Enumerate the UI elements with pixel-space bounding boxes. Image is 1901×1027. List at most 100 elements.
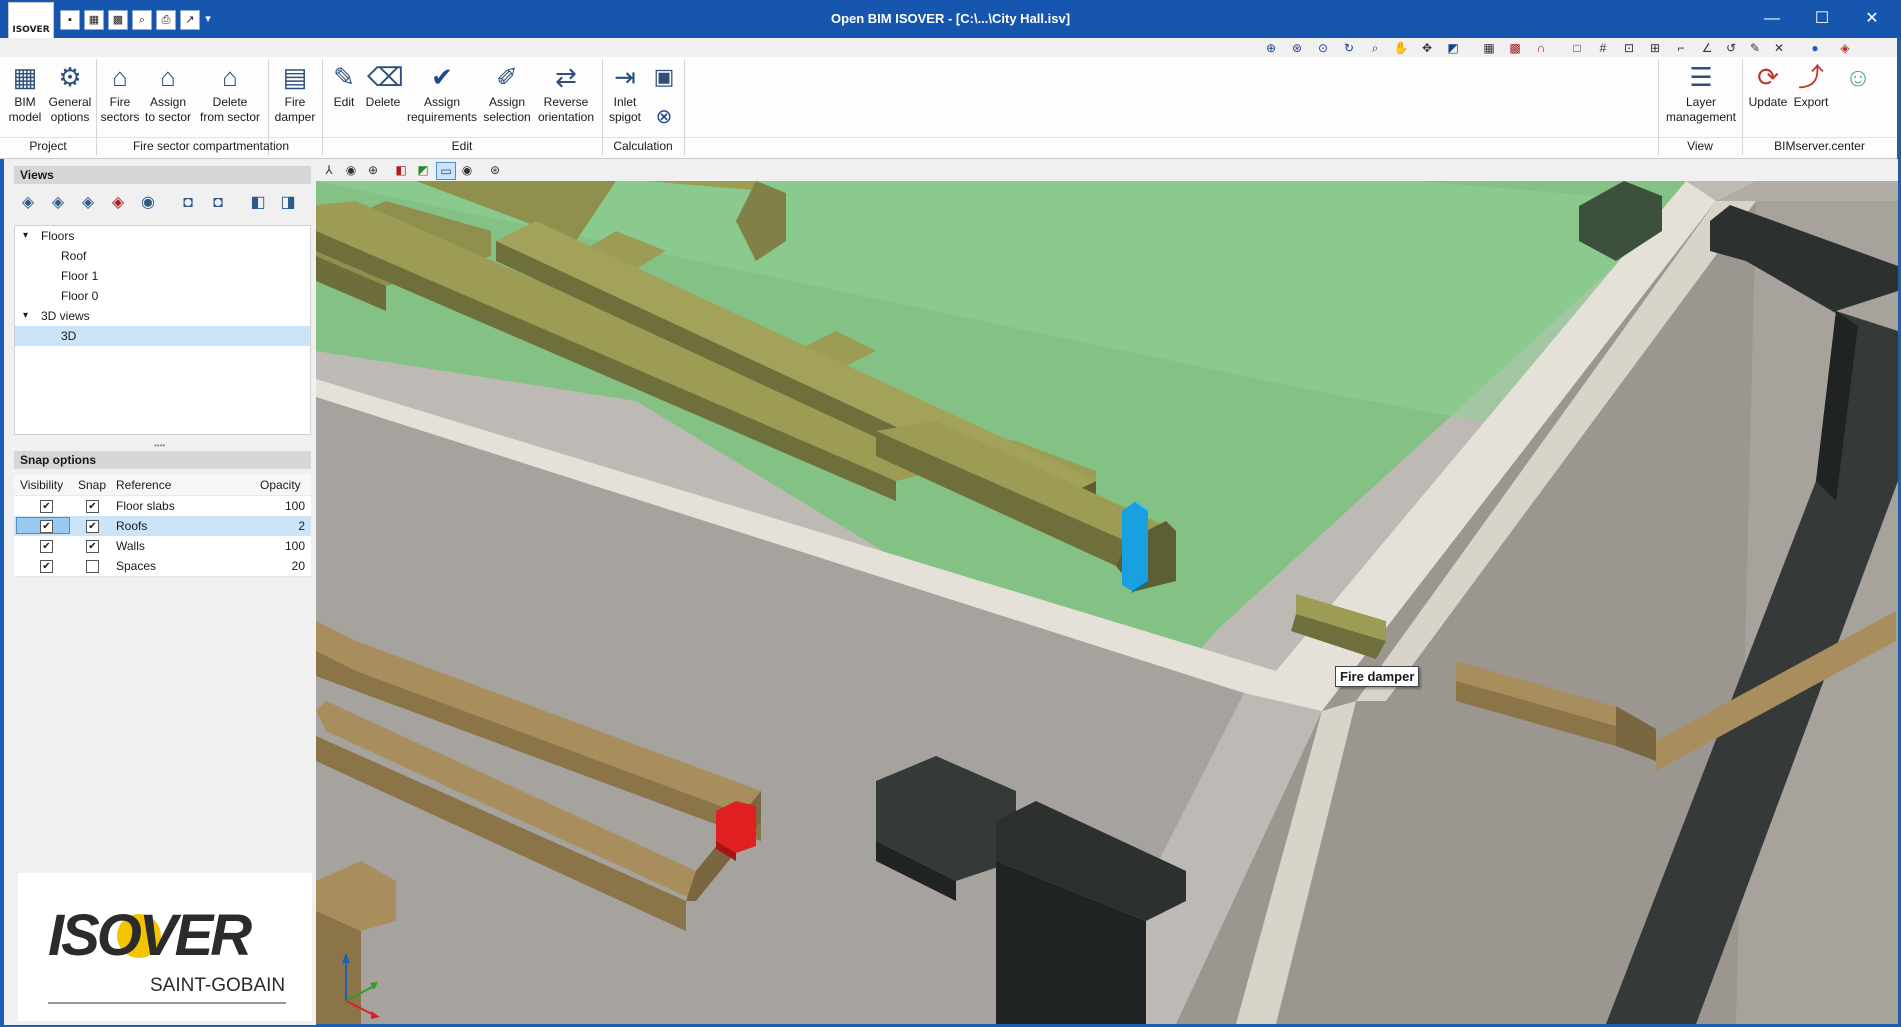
copy-view-icon[interactable]: ◈: [76, 191, 100, 215]
bim-model-button[interactable]: ▦ BIM model: [4, 61, 46, 125]
visibility-checkbox[interactable]: ✔: [40, 520, 53, 533]
user-account-button[interactable]: ☺: [1838, 61, 1878, 93]
section-icon[interactable]: ◧: [392, 162, 410, 178]
camera-edit-icon[interactable]: ◘: [206, 191, 230, 215]
grid-icon[interactable]: #: [1594, 40, 1612, 56]
edit-view-icon[interactable]: ✎: [1746, 40, 1764, 56]
snap-point-icon[interactable]: ⊡: [1620, 40, 1638, 56]
assign-selection-button[interactable]: ✐ Assign selection: [482, 61, 532, 125]
tree-node-floors[interactable]: ▾ Floors: [15, 226, 310, 246]
tree-node-3d[interactable]: 3D: [15, 326, 310, 346]
visibility-checkbox[interactable]: ✔: [40, 540, 53, 553]
opacity-cell[interactable]: 20: [292, 556, 305, 576]
close-button[interactable]: ✕: [1852, 6, 1892, 32]
search-icon[interactable]: ⌕: [132, 10, 152, 30]
crop-icon[interactable]: ⌐: [1672, 40, 1690, 56]
chevron-down-icon[interactable]: ▾: [23, 306, 28, 326]
inlet-spigot-button[interactable]: ⇥ Inlet spigot: [606, 61, 644, 125]
tree-node-3d-views[interactable]: ▾ 3D views: [15, 306, 310, 326]
reverse-orientation-button[interactable]: ⇄ Reverse orientation: [534, 61, 598, 125]
hatch-icon[interactable]: ▩: [1506, 40, 1524, 56]
table-row[interactable]: ✔ ✔ Walls 100: [14, 536, 311, 557]
opacity-cell[interactable]: 100: [285, 496, 305, 516]
save-icon[interactable]: ▪: [60, 10, 80, 30]
magnet-icon[interactable]: ∩: [1532, 40, 1550, 56]
opacity-cell[interactable]: 100: [285, 536, 305, 556]
general-options-button[interactable]: ⚙ General options: [48, 61, 92, 125]
zoom-icon[interactable]: ⌕: [1366, 40, 1384, 56]
section-box-icon[interactable]: ◧: [246, 191, 270, 215]
assign-requirements-button[interactable]: ✔ Assign requirements: [404, 61, 480, 125]
section-plane-icon[interactable]: ◨: [276, 191, 300, 215]
camera-icon[interactable]: ◘: [176, 191, 200, 215]
new-view-icon[interactable]: ◈: [16, 191, 40, 215]
view-eye-icon[interactable]: ◉: [342, 162, 360, 178]
reference-cell: Floor slabs: [116, 499, 175, 513]
delete-view-icon[interactable]: ◈: [106, 191, 130, 215]
chevron-down-icon[interactable]: ▾: [23, 226, 28, 246]
zoom-window-icon[interactable]: ⊕: [1262, 40, 1280, 56]
snap-checkbox[interactable]: ✔: [86, 540, 99, 553]
tree-node-floor-0[interactable]: Floor 0: [15, 286, 310, 306]
snap-checkbox[interactable]: ✔: [86, 500, 99, 513]
square-icon[interactable]: □: [1568, 40, 1586, 56]
visibility-checkbox[interactable]: ✔: [40, 500, 53, 513]
orbit-icon[interactable]: ✥: [1418, 40, 1436, 56]
rotate-icon[interactable]: ↺: [1722, 40, 1740, 56]
table-row[interactable]: ✔ Spaces 20: [14, 556, 311, 577]
table-row[interactable]: ✔ ✔ Floor slabs 100: [14, 496, 311, 517]
errors-button[interactable]: ⊗: [648, 101, 678, 133]
assign-to-sector-button[interactable]: ⌂ Assign to sector: [142, 61, 194, 125]
edit-view-icon[interactable]: ◈: [46, 191, 70, 215]
axes-icon[interactable]: ⅄: [320, 162, 338, 178]
bimserver-icon[interactable]: ◈: [1836, 40, 1854, 56]
dimension-icon[interactable]: ⊞: [1646, 40, 1664, 56]
print-icon[interactable]: ⎙: [156, 10, 176, 30]
tree-node-roof[interactable]: Roof: [15, 246, 310, 266]
chevron-down-icon[interactable]: ▾: [204, 10, 212, 28]
maximize-button[interactable]: ☐: [1802, 6, 1842, 32]
tree-node-floor-1[interactable]: Floor 1: [15, 266, 310, 286]
snap-checkbox[interactable]: [86, 560, 99, 573]
layer-management-button[interactable]: ☰ Layer management: [1662, 61, 1740, 125]
orbit-icon[interactable]: ⊕: [364, 162, 382, 178]
globe-icon[interactable]: ●: [1806, 40, 1824, 56]
delete-button[interactable]: ⌫ Delete: [362, 61, 404, 110]
splitter-grip[interactable]: ••••: [154, 441, 165, 450]
3d-scene[interactable]: [316, 181, 1898, 1024]
export-label: Export: [1793, 95, 1829, 109]
tooltip: Fire damper: [1335, 666, 1420, 687]
window-icon[interactable]: ▭: [436, 162, 456, 180]
visibility-checkbox[interactable]: ✔: [40, 560, 53, 573]
angle-icon[interactable]: ∠: [1698, 40, 1716, 56]
calculate-button[interactable]: ▣: [648, 61, 678, 93]
edit-button[interactable]: ✎ Edit: [326, 61, 362, 110]
3d-viewport[interactable]: Fire damper: [316, 181, 1898, 1024]
fire-damper-selected[interactable]: [1122, 501, 1148, 591]
table-row[interactable]: ✔ ✔ Roofs 2: [14, 516, 311, 537]
opacity-cell[interactable]: 2: [298, 516, 305, 536]
refresh-icon[interactable]: ↻: [1340, 40, 1358, 56]
zoom-in-icon[interactable]: ⊙: [1314, 40, 1332, 56]
view-sync-icon[interactable]: ◩: [1444, 40, 1462, 56]
3d-icon[interactable]: ⊛: [486, 162, 504, 178]
grid-table-icon[interactable]: ▦: [1480, 40, 1498, 56]
zoom-extents-icon[interactable]: ⊛: [1288, 40, 1306, 56]
visibility-icon[interactable]: ◉: [458, 162, 476, 178]
delete-from-sector-button[interactable]: ⌂ Delete from sector: [196, 61, 264, 125]
header-opacity: Opacity: [260, 478, 301, 492]
grid-icon: ▦: [12, 62, 38, 92]
snap-checkbox[interactable]: ✔: [86, 520, 99, 533]
tools-icon[interactable]: ✕: [1770, 40, 1788, 56]
fire-sectors-button[interactable]: ⌂ Fire sectors: [100, 61, 140, 125]
save-as-icon[interactable]: ▦: [84, 10, 104, 30]
export-button[interactable]: ⤴ Export: [1790, 61, 1832, 110]
update-button[interactable]: ⟳ Update: [1746, 61, 1790, 110]
pan-icon[interactable]: ✋: [1392, 40, 1410, 56]
plane-icon[interactable]: ◩: [414, 162, 432, 178]
export-pdf-icon[interactable]: ↗: [180, 10, 200, 30]
view-eye-icon[interactable]: ◉: [136, 191, 160, 215]
save-all-icon[interactable]: ▩: [108, 10, 128, 30]
fire-damper-button[interactable]: ▤ Fire damper: [272, 61, 318, 125]
minimize-button[interactable]: —: [1752, 6, 1792, 32]
